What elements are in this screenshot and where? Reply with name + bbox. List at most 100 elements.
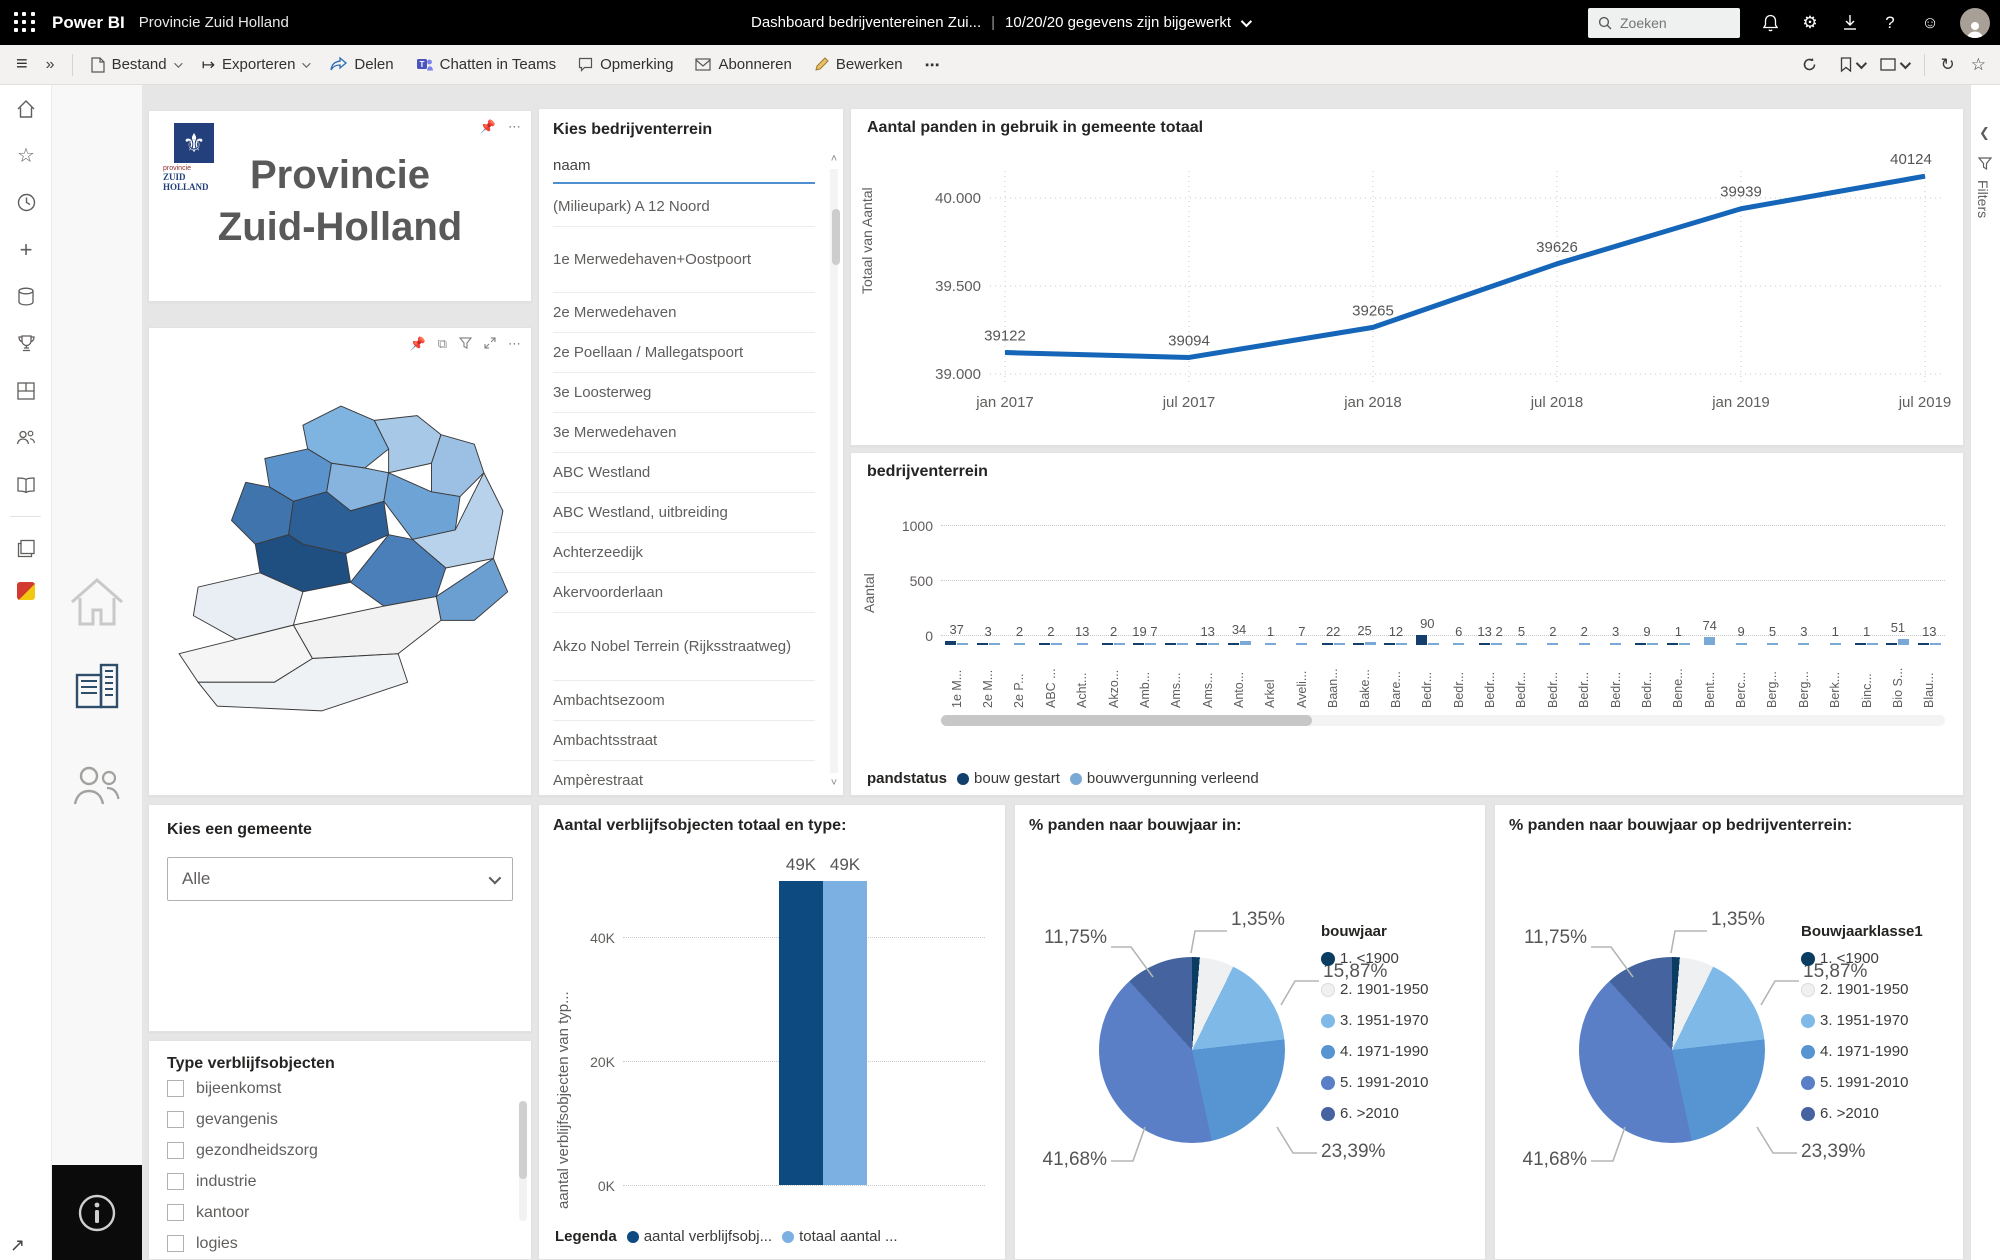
bar-group[interactable]: 6Bedr...: [1443, 493, 1474, 708]
avatar[interactable]: [1960, 8, 1990, 38]
app-launcher-icon[interactable]: [14, 12, 36, 34]
bar-group[interactable]: 2Bedr...: [1569, 493, 1600, 708]
collapse-chevron-icon[interactable]: ❮: [1979, 125, 1990, 141]
scroll-up-icon[interactable]: ˄: [828, 153, 840, 165]
plus-icon[interactable]: +: [0, 226, 52, 273]
info-tile[interactable]: [52, 1165, 142, 1260]
list-item[interactable]: ABC Westland: [553, 453, 815, 493]
search-input[interactable]: [1588, 8, 1740, 38]
bar-group[interactable]: 74Bent...: [1694, 493, 1725, 708]
brand-logo[interactable]: Power BI: [52, 13, 125, 33]
teams-chat-button[interactable]: T Chatten in Teams: [416, 56, 556, 73]
bell-icon[interactable]: [1760, 13, 1780, 33]
column-bar[interactable]: [823, 881, 867, 1185]
bar-bouw-gestart[interactable]: [1667, 643, 1678, 645]
list-item[interactable]: (Milieupark) A 12 Noord: [553, 187, 815, 227]
download-icon[interactable]: [1840, 13, 1860, 33]
expand-icon[interactable]: [484, 337, 496, 352]
bar-bouwvergunning[interactable]: [1014, 643, 1025, 645]
list-item[interactable]: Achterzeedijk: [553, 533, 815, 573]
legend-item[interactable]: 6. >2010: [1801, 1105, 1923, 1122]
bar-bouwvergunning[interactable]: [957, 643, 968, 645]
nav-people-page[interactable]: [52, 745, 142, 825]
pin-icon[interactable]: 📌: [410, 336, 426, 352]
bar-group[interactable]: 9Bedr...: [1631, 493, 1662, 708]
favorite-star-icon[interactable]: ☆: [1971, 55, 1986, 75]
bar-bouw-gestart[interactable]: [1635, 643, 1646, 645]
bar-bouw-gestart[interactable]: [1322, 643, 1333, 645]
file-menu[interactable]: Bestand: [91, 56, 180, 73]
legend-item[interactable]: 1. <1900: [1321, 950, 1428, 967]
more-options-icon[interactable]: ⋯: [508, 119, 521, 135]
bar-bouwvergunning[interactable]: [1610, 643, 1621, 645]
list-item[interactable]: Ampèrestraat: [553, 761, 815, 795]
list-item[interactable]: 1e Merwedehaven+Oostpoort: [553, 227, 815, 293]
hamburger-icon[interactable]: ≡: [16, 53, 28, 76]
legend-item[interactable]: 4. 1971-1990: [1801, 1043, 1923, 1060]
help-icon[interactable]: ?: [1880, 13, 1900, 33]
bar-pair[interactable]: [1129, 535, 1160, 645]
bar-bouwvergunning[interactable]: [1647, 643, 1658, 645]
bar-group[interactable]: 13 2Bedr...: [1474, 493, 1505, 708]
list-item[interactable]: Ambachtsezoom: [553, 681, 815, 721]
bar-group[interactable]: 3Berg...: [1788, 493, 1819, 708]
bar-bouwvergunning[interactable]: [1177, 643, 1188, 645]
bar-bouw-gestart[interactable]: [1479, 643, 1490, 645]
bar-bouwvergunning[interactable]: [1051, 643, 1062, 645]
legend-item[interactable]: 2. 1901-1950: [1801, 981, 1923, 998]
scrollbar-thumb[interactable]: [832, 209, 840, 265]
bar-bouwvergunning[interactable]: [1679, 643, 1690, 645]
more-options-icon[interactable]: ⋯: [508, 336, 521, 352]
nav-buildings-page-selected[interactable]: [52, 645, 142, 729]
bar-bouwvergunning[interactable]: [1428, 643, 1439, 645]
more-options[interactable]: ⋯: [925, 56, 940, 74]
bar-group[interactable]: 5Berg...: [1757, 493, 1788, 708]
scrollbar-track[interactable]: [830, 169, 838, 773]
bar-bouwvergunning[interactable]: [1491, 643, 1502, 645]
list-item[interactable]: ABC Westland, uitbreiding: [553, 493, 815, 533]
column-bar[interactable]: [779, 881, 823, 1185]
bar-bouwvergunning[interactable]: [1547, 643, 1558, 645]
home-icon[interactable]: [0, 85, 52, 132]
bar-bouwvergunning[interactable]: [1077, 643, 1088, 645]
bar-bouwvergunning[interactable]: [1296, 643, 1307, 645]
bar-bouw-gestart[interactable]: [1228, 643, 1239, 645]
legend-item[interactable]: aantal verblijfsobj...: [627, 1228, 772, 1245]
bar-bouwvergunning[interactable]: [1898, 639, 1909, 645]
bar-group[interactable]: 25Bake...: [1349, 493, 1380, 708]
bar-group[interactable]: 13Acht...: [1067, 493, 1098, 708]
book-icon[interactable]: [0, 461, 52, 508]
checkbox[interactable]: [167, 1080, 184, 1097]
bar-pair[interactable]: [1914, 535, 1945, 645]
layers-icon[interactable]: [0, 525, 52, 572]
checkbox-row[interactable]: industrie: [167, 1166, 513, 1197]
legend-item[interactable]: totaal aantal ...: [782, 1228, 897, 1245]
bar-bouwvergunning[interactable]: [1365, 642, 1376, 645]
bar-bouwvergunning[interactable]: [1798, 643, 1809, 645]
bar-group[interactable]: 9Berc...: [1725, 493, 1756, 708]
bar-bouw-gestart[interactable]: [1165, 643, 1176, 645]
bar-bouwvergunning[interactable]: [1579, 643, 1590, 645]
bar-group[interactable]: 2Bedr...: [1537, 493, 1568, 708]
legend-item[interactable]: 5. 1991-2010: [1321, 1074, 1428, 1091]
bar-bouw-gestart[interactable]: [1102, 643, 1113, 645]
chevron-down-icon[interactable]: [1241, 15, 1252, 26]
scrollbar-thumb[interactable]: [941, 715, 1312, 726]
bar-bouw-gestart[interactable]: [1039, 643, 1050, 645]
clock-icon[interactable]: [0, 179, 52, 226]
bar-group[interactable]: 34Anto...: [1223, 493, 1254, 708]
bar-bouwvergunning[interactable]: [1767, 643, 1778, 645]
trophy-icon[interactable]: [0, 320, 52, 367]
bar-bouwvergunning[interactable]: [1145, 643, 1156, 645]
legend-item[interactable]: 1. <1900: [1801, 950, 1923, 967]
map-region[interactable]: [293, 597, 441, 659]
legend-item[interactable]: 6. >2010: [1321, 1105, 1428, 1122]
bar-bouwvergunning[interactable]: [1208, 643, 1219, 645]
gemeente-dropdown[interactable]: Alle: [167, 857, 513, 901]
bookmark-menu[interactable]: [1840, 57, 1864, 72]
bar-group[interactable]: 13Blau...: [1914, 493, 1945, 708]
scrollbar-thumb[interactable]: [519, 1101, 527, 1179]
checkbox-row[interactable]: logies: [167, 1228, 513, 1259]
list-item[interactable]: Akzo Nobel Terrein (Rijksstraatweg): [553, 613, 815, 681]
bar-groups[interactable]: 371e M...32e M...22e P...2ABC ...13Acht.…: [941, 493, 1945, 708]
